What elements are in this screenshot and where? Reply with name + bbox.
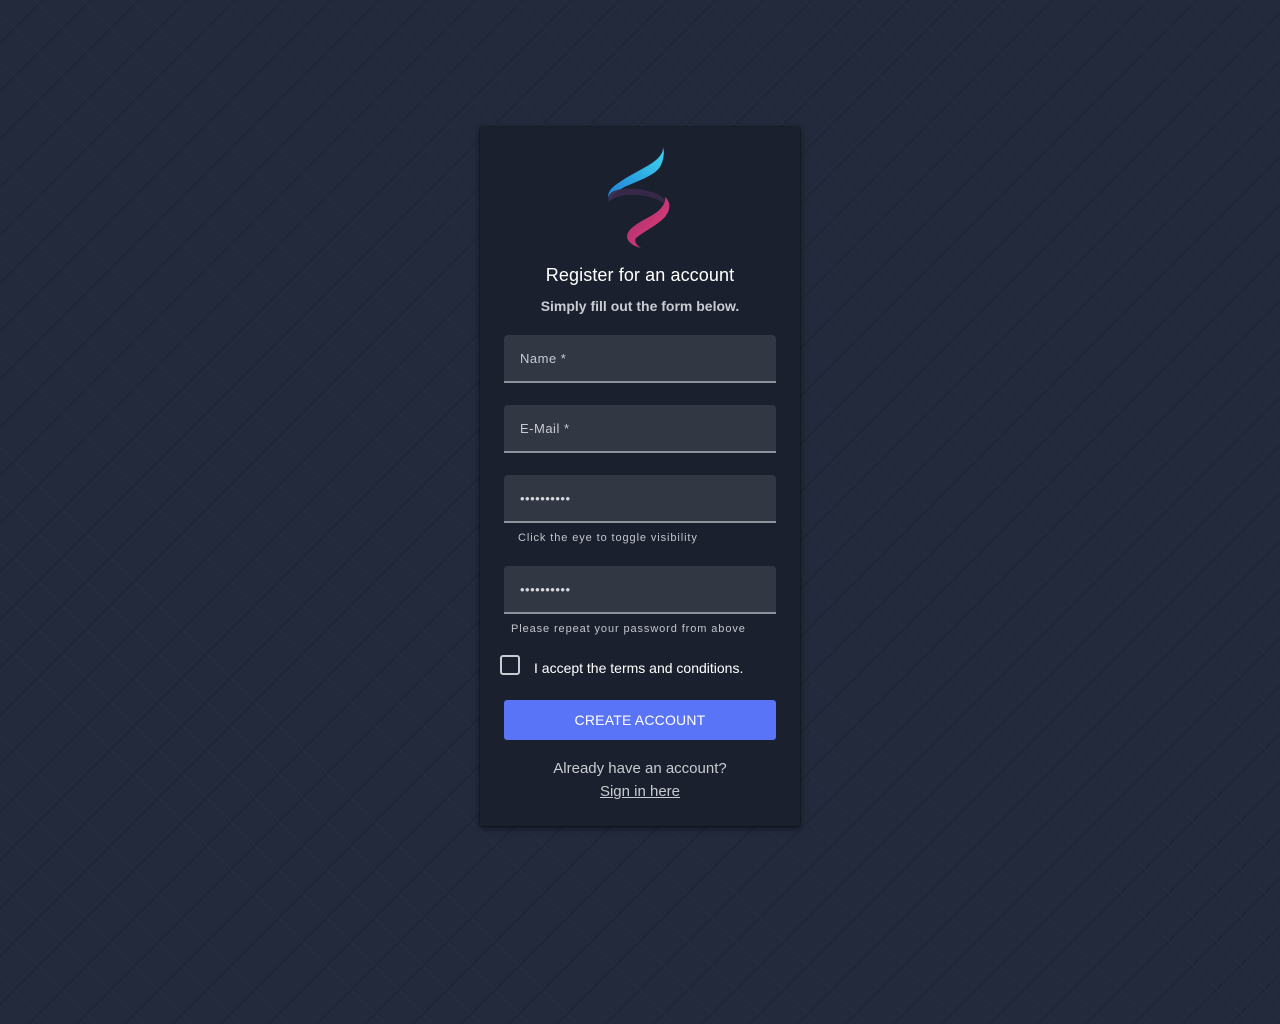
password-input[interactable] bbox=[504, 475, 776, 521]
flame-logo-icon bbox=[608, 145, 670, 248]
repeat-password-field[interactable] bbox=[504, 566, 776, 614]
page-title: Register for an account bbox=[545, 265, 735, 285]
terms-checkbox[interactable] bbox=[500, 655, 520, 675]
name-field[interactable] bbox=[504, 335, 776, 383]
repeat-password-input[interactable] bbox=[504, 566, 776, 612]
email-field[interactable] bbox=[504, 405, 776, 453]
register-card: Register for an account Simply fill out … bbox=[480, 127, 800, 826]
signin-container: Sign in here bbox=[480, 783, 800, 800]
create-account-button[interactable]: CREATE ACCOUNT bbox=[504, 700, 776, 740]
email-input[interactable] bbox=[504, 405, 776, 451]
password-hint: Click the eye to toggle visibility bbox=[518, 532, 698, 544]
already-have-account-text: Already have an account? bbox=[553, 760, 727, 777]
page-subtitle: Simply fill out the form below. bbox=[540, 298, 740, 314]
password-field[interactable] bbox=[504, 475, 776, 523]
repeat-password-hint: Please repeat your password from above bbox=[511, 623, 746, 635]
signin-link[interactable]: Sign in here bbox=[600, 783, 680, 800]
terms-row[interactable]: I accept the terms and conditions. bbox=[500, 655, 790, 677]
terms-label[interactable]: I accept the terms and conditions. bbox=[534, 660, 743, 676]
name-input[interactable] bbox=[504, 335, 776, 381]
